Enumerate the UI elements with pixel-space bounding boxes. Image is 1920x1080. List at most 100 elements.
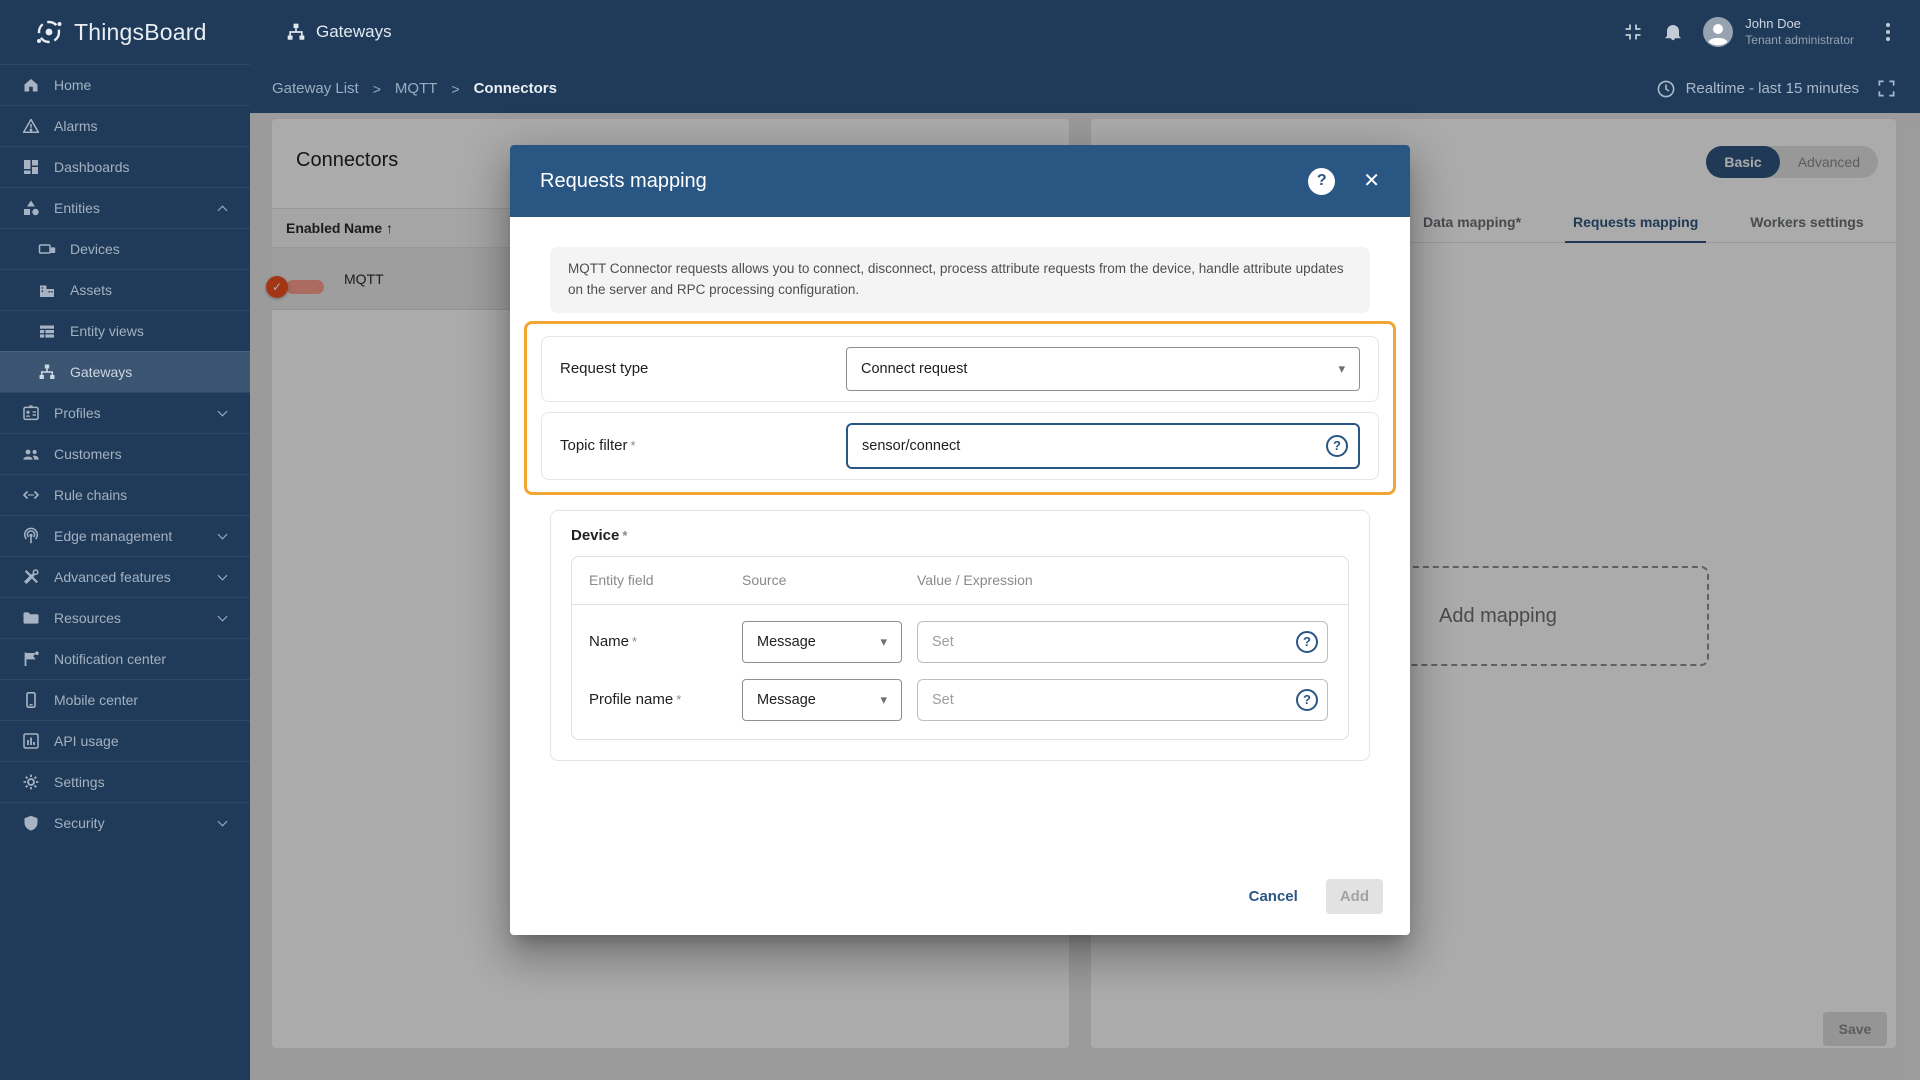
breadcrumb-gateway-list[interactable]: Gateway List — [272, 80, 359, 97]
column-value-expression: Value / Expression — [917, 572, 1348, 588]
device-table-header: Entity field Source Value / Expression — [572, 557, 1348, 605]
name-help-icon[interactable]: ? — [1296, 631, 1318, 653]
topic-filter-input[interactable] — [846, 423, 1360, 469]
breadcrumb-mqtt[interactable]: MQTT — [395, 80, 438, 97]
field-profile-name-label: Profile name* — [589, 691, 742, 708]
sidebar-item-alarms[interactable]: Alarms — [0, 105, 250, 146]
breadcrumb-connectors: Connectors — [474, 80, 557, 97]
profile-name-help-icon[interactable]: ? — [1296, 689, 1318, 711]
cancel-button[interactable]: Cancel — [1243, 880, 1304, 913]
highlighted-fields-group: Request type Connect request ▾ Topic fil… — [524, 321, 1396, 495]
request-type-select[interactable]: Connect request ▾ — [846, 347, 1360, 391]
dialog-footer: Cancel Add — [510, 871, 1410, 935]
notification-center-icon — [22, 650, 40, 668]
gateways-icon — [38, 363, 56, 381]
sidebar-item-api-usage[interactable]: API usage — [0, 720, 250, 761]
request-type-label: Request type — [560, 360, 846, 377]
advanced-features-icon — [22, 568, 40, 586]
mobile-center-icon — [22, 691, 40, 709]
sidebar-item-home[interactable]: Home — [0, 64, 250, 105]
rule-chains-icon — [22, 486, 40, 504]
timewindow-label: Realtime - last 15 minutes — [1686, 80, 1859, 97]
topic-filter-help-icon[interactable]: ? — [1326, 435, 1348, 457]
profile-name-value-input[interactable] — [917, 679, 1328, 721]
name-source-select[interactable]: Message ▾ — [742, 621, 902, 663]
chevron-down-icon — [218, 612, 228, 622]
sidebar-item-entity-views[interactable]: Entity views — [0, 310, 250, 351]
fullscreen-icon — [1877, 79, 1896, 98]
dock-icon — [1623, 22, 1643, 42]
chevron-down-icon — [218, 571, 228, 581]
sidebar-item-dashboards[interactable]: Dashboards — [0, 146, 250, 187]
profiles-icon — [22, 404, 40, 422]
sidebar-item-assets[interactable]: Assets — [0, 269, 250, 310]
chevron-down-icon — [218, 530, 228, 540]
request-type-field: Request type Connect request ▾ — [541, 336, 1379, 402]
sidebar-item-notification-center[interactable]: Notification center — [0, 638, 250, 679]
dashboards-icon — [22, 158, 40, 176]
chevron-down-icon — [218, 407, 228, 417]
user-menu[interactable]: John Doe Tenant administrator — [1745, 16, 1854, 47]
topic-filter-label: Topic filter* — [560, 437, 846, 454]
alarm-icon — [22, 117, 40, 135]
dialog-body: MQTT Connector requests allows you to co… — [510, 217, 1410, 871]
clock-icon — [1656, 79, 1676, 99]
bell-icon — [1663, 22, 1683, 42]
sidebar-item-profiles[interactable]: Profiles — [0, 392, 250, 433]
fullscreen-button[interactable] — [1877, 79, 1896, 98]
devices-icon — [38, 240, 56, 258]
gateways-title-icon — [286, 22, 306, 42]
sidebar-item-entities[interactable]: Entities — [0, 187, 250, 228]
sidebar-item-settings[interactable]: Settings — [0, 761, 250, 802]
home-icon — [22, 76, 40, 94]
customers-icon — [22, 445, 40, 463]
page-title: Gateways — [286, 22, 392, 42]
edge-management-icon — [22, 527, 40, 545]
assets-icon — [38, 281, 56, 299]
sidebar-item-advanced-features[interactable]: Advanced features — [0, 556, 250, 597]
avatar[interactable] — [1703, 17, 1733, 47]
sidebar: ThingsBoard Home Alarms Dashboards Entit… — [0, 0, 250, 1080]
sidebar-item-devices[interactable]: Devices — [0, 228, 250, 269]
device-section-title: Device* — [571, 527, 1349, 544]
chevron-down-icon: ▾ — [1338, 361, 1345, 377]
notifications-button[interactable] — [1653, 12, 1693, 52]
requests-mapping-dialog: Requests mapping ? ✕ MQTT Connector requ… — [510, 145, 1410, 935]
breadcrumb-separator: > — [451, 81, 459, 97]
user-name: John Doe — [1745, 16, 1854, 32]
device-row-name: Name* Message ▾ ? — [572, 621, 1348, 663]
timewindow-button[interactable]: Realtime - last 15 minutes — [1656, 79, 1859, 99]
close-icon[interactable]: ✕ — [1363, 171, 1380, 191]
topbar: Gateways John Doe Tenant administrator — [250, 0, 1920, 64]
topic-filter-field: Topic filter* ? — [541, 412, 1379, 480]
profile-name-source-select[interactable]: Message ▾ — [742, 679, 902, 721]
dialog-title: Requests mapping — [540, 170, 707, 193]
dock-toggle-button[interactable] — [1613, 12, 1653, 52]
breadcrumb-separator: > — [373, 81, 381, 97]
sidebar-item-mobile-center[interactable]: Mobile center — [0, 679, 250, 720]
info-hint: MQTT Connector requests allows you to co… — [550, 247, 1370, 313]
dialog-header: Requests mapping ? ✕ — [510, 145, 1410, 217]
field-name-label: Name* — [589, 633, 742, 650]
sidebar-item-resources[interactable]: Resources — [0, 597, 250, 638]
breadcrumb: Gateway List > MQTT > Connectors Realtim… — [250, 64, 1920, 113]
chevron-up-icon — [218, 205, 228, 215]
user-icon — [1703, 17, 1733, 47]
sidebar-item-security[interactable]: Security — [0, 802, 250, 843]
help-icon[interactable]: ? — [1308, 168, 1335, 195]
column-source: Source — [742, 572, 917, 588]
column-entity-field: Entity field — [589, 572, 742, 588]
brand-logo[interactable]: ThingsBoard — [0, 0, 250, 64]
entities-icon — [22, 199, 40, 217]
sidebar-item-customers[interactable]: Customers — [0, 433, 250, 474]
name-value-input[interactable] — [917, 621, 1328, 663]
more-menu-button[interactable] — [1880, 17, 1896, 47]
sidebar-item-edge-management[interactable]: Edge management — [0, 515, 250, 556]
device-section: Device* Entity field Source Value / Expr… — [550, 510, 1370, 761]
device-row-profile-name: Profile name* Message ▾ ? — [572, 679, 1348, 721]
api-usage-icon — [22, 732, 40, 750]
sidebar-item-gateways[interactable]: Gateways — [0, 351, 250, 392]
add-button[interactable]: Add — [1326, 879, 1383, 914]
sidebar-item-rule-chains[interactable]: Rule chains — [0, 474, 250, 515]
thingsboard-logo-icon — [34, 17, 64, 47]
